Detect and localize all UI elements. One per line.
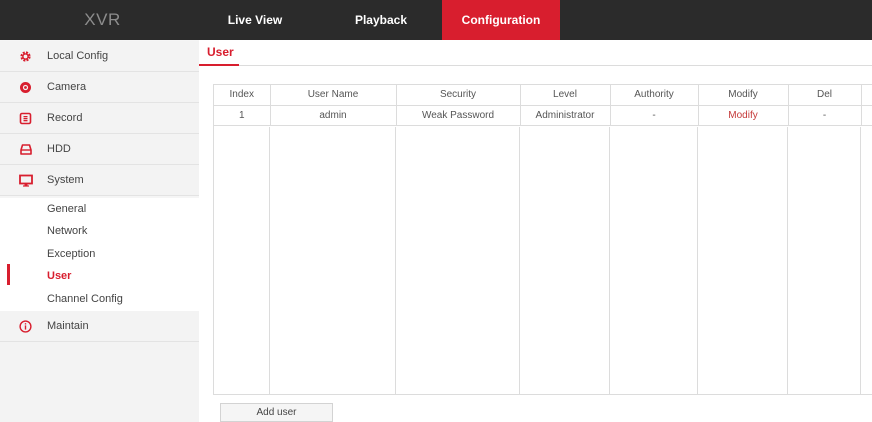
submenu-item-general[interactable]: General <box>47 201 86 217</box>
system-submenu: General Network Exception User Channel C… <box>0 198 199 311</box>
column-header-extra <box>861 85 872 106</box>
sidebar-item-label: Maintain <box>47 320 89 332</box>
title-underline <box>199 64 239 66</box>
sidebar-item-label: Record <box>47 112 83 124</box>
gear-icon <box>18 49 33 64</box>
sidebar-item-label: Local Config <box>47 50 109 62</box>
active-indicator <box>7 264 10 285</box>
cell-index: 1 <box>214 105 271 126</box>
page-title: User <box>207 45 234 59</box>
sidebar-item-label: System <box>47 174 84 186</box>
column-header-security: Security <box>396 85 521 106</box>
info-icon <box>18 319 33 334</box>
cell-user-name: admin <box>270 105 397 126</box>
submenu-item-channel-config[interactable]: Channel Config <box>47 291 123 307</box>
column-header-modify: Modify <box>698 85 789 106</box>
column-header-index: Index <box>214 85 271 106</box>
sidebar-item-label: HDD <box>47 143 71 155</box>
sidebar-item-maintain[interactable]: Maintain <box>0 311 199 342</box>
page-header: User <box>199 40 872 66</box>
sidebar-empty-area <box>0 342 199 422</box>
table-row[interactable]: 1 admin Weak Password Administrator - Mo… <box>214 105 872 126</box>
submenu-item-exception[interactable]: Exception <box>47 246 95 262</box>
record-icon <box>18 111 33 126</box>
cell-security: Weak Password <box>396 105 521 126</box>
app-logo: XVR <box>84 10 121 29</box>
hdd-icon <box>18 142 33 157</box>
sidebar-item-camera[interactable]: Camera <box>0 72 199 103</box>
sidebar: Local Config Camera Record HDD System Ge… <box>0 40 199 422</box>
user-table-container: Index User Name Security Level Authority… <box>213 84 872 395</box>
modify-link[interactable]: Modify <box>698 105 789 126</box>
top-navigation-bar: XVR Live View Playback Configuration <box>0 0 872 40</box>
column-header-del: Del <box>788 85 862 106</box>
sidebar-item-local-config[interactable]: Local Config <box>0 41 199 72</box>
column-header-level: Level <box>520 85 611 106</box>
tab-live-view[interactable]: Live View <box>205 0 305 40</box>
camera-icon <box>18 80 33 95</box>
sidebar-item-hdd[interactable]: HDD <box>0 134 199 165</box>
table-column-lines <box>214 127 872 394</box>
tab-playback[interactable]: Playback <box>322 0 440 40</box>
add-user-button[interactable]: Add user <box>220 403 333 422</box>
column-header-user-name: User Name <box>270 85 397 106</box>
submenu-item-network[interactable]: Network <box>47 223 87 239</box>
column-header-authority: Authority <box>610 85 699 106</box>
monitor-icon <box>18 173 33 188</box>
cell-authority: - <box>610 105 699 126</box>
submenu-item-user[interactable]: User <box>47 268 71 284</box>
table-header-row: Index User Name Security Level Authority… <box>214 85 872 106</box>
header-divider <box>239 65 872 66</box>
cell-level: Administrator <box>520 105 611 126</box>
user-table: Index User Name Security Level Authority… <box>214 85 872 126</box>
cell-extra <box>861 105 872 126</box>
delete-cell[interactable]: - <box>788 105 862 126</box>
tab-configuration[interactable]: Configuration <box>442 0 560 40</box>
sidebar-item-label: Camera <box>47 81 87 93</box>
sidebar-item-system[interactable]: System <box>0 165 199 196</box>
sidebar-item-record[interactable]: Record <box>0 103 199 134</box>
